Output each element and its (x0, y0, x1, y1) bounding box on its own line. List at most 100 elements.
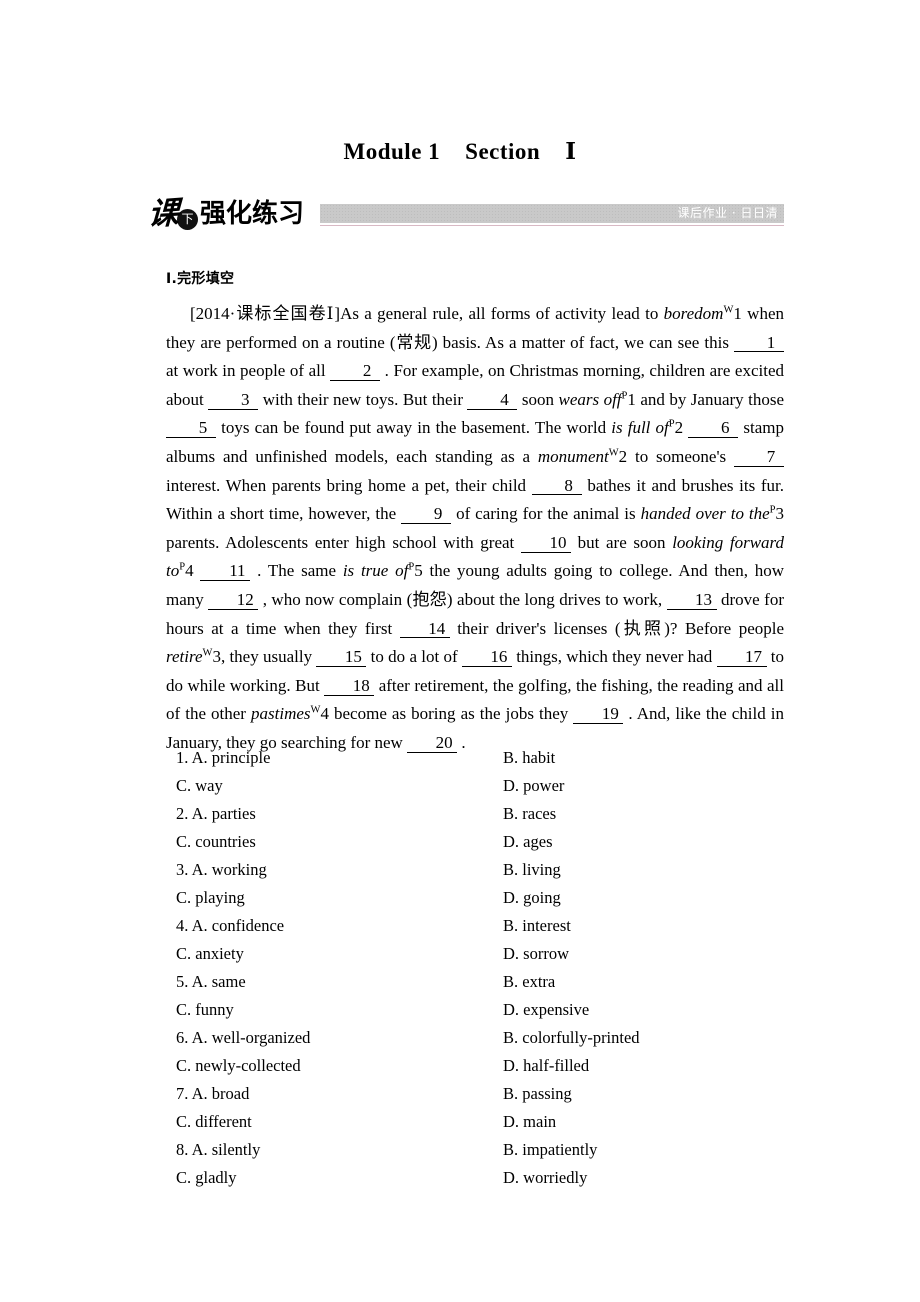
question-4: 4. A. confidence B. interest C. anxiety D. … (166, 916, 784, 972)
blank-19[interactable]: 19 (573, 705, 624, 725)
option-row: C. gladly D. worriedly (166, 1168, 784, 1196)
annotation-marker: W (723, 304, 734, 316)
option-a-8[interactable]: 8. A. silently (166, 1140, 475, 1160)
option-row: 5. A. same B. extra (166, 972, 784, 1000)
option-b-6[interactable]: B. colorfully-printed (475, 1028, 784, 1048)
option-d-2[interactable]: D. ages (475, 832, 784, 852)
passage-text: 2 to someone's (618, 446, 734, 466)
option-row: C. newly-collected D. half-filled (166, 1056, 784, 1084)
blank-9[interactable]: 9 (401, 505, 452, 524)
blank-15[interactable]: 15 (316, 648, 367, 667)
option-c-6[interactable]: C. newly-collected (166, 1056, 475, 1076)
option-row: 8. A. silently B. impatiently (166, 1140, 784, 1168)
blank-3[interactable]: 3 (208, 390, 259, 410)
passage-text: 3, they usually (212, 647, 317, 667)
option-d-3[interactable]: D. going (475, 888, 784, 908)
option-c-7[interactable]: C. different (166, 1112, 475, 1132)
option-b-5[interactable]: B. extra (475, 972, 784, 992)
passage-text: , who now complain (抱怨) about the long d… (262, 589, 667, 609)
option-c-2[interactable]: C. countries (166, 832, 475, 852)
option-d-5[interactable]: D. expensive (475, 1000, 784, 1020)
page-title-text: Module 1 Section Ⅰ (343, 139, 577, 164)
passage-text: As a general rule, all forms of activity… (340, 304, 664, 323)
blank-13[interactable]: 13 (666, 591, 717, 610)
option-row: C. countries D. ages (166, 832, 784, 860)
option-d-6[interactable]: D. half-filled (475, 1056, 784, 1076)
passage-keyword: handed over to the (640, 504, 770, 524)
option-d-4[interactable]: D. sorrow (475, 944, 784, 964)
blank-7[interactable]: 7 (734, 448, 784, 467)
option-d-7[interactable]: D. main (475, 1112, 784, 1132)
option-b-8[interactable]: B. impatiently (475, 1140, 784, 1160)
passage-text: . The same (257, 561, 343, 581)
option-b-3[interactable]: B. living (475, 860, 784, 880)
blank-6[interactable]: 6 (688, 419, 739, 439)
passage-keyword: retire (166, 647, 203, 667)
exercise-header-band: 课 下 强化练习 课后作业 · 日日清 (147, 192, 784, 240)
option-row: 4. A. confidence B. interest (166, 916, 784, 944)
annotation-marker: W (202, 647, 213, 659)
passage-text: toys can be found put away in the baseme… (221, 418, 612, 438)
option-d-1[interactable]: D. power (475, 776, 784, 796)
passage-keyword: is true of (342, 561, 409, 581)
option-a-2[interactable]: 2. A. parties (166, 804, 475, 824)
option-row: C. anxiety D. sorrow (166, 944, 784, 972)
question-2: 2. A. parties B. races C. countries D. ages (166, 804, 784, 860)
blank-5[interactable]: 5 (166, 419, 216, 439)
passage-text: 4 (185, 561, 201, 581)
option-a-1[interactable]: 1. A. principle (166, 748, 475, 768)
option-a-5[interactable]: 5. A. same (166, 972, 475, 992)
option-b-2[interactable]: B. races (475, 804, 784, 824)
passage-text: 1 and by January those (627, 389, 785, 409)
option-row: 6. A. well-organized B. colorfully-printe… (166, 1028, 784, 1056)
blank-10[interactable]: 10 (520, 533, 571, 553)
question-7: 7. A. broad B. passing C. different D. main (166, 1084, 784, 1140)
blank-11[interactable]: 11 (200, 562, 251, 582)
option-d-8[interactable]: D. worriedly (475, 1168, 784, 1188)
worksheet-page: Module 1 Section Ⅰ 课 下 强化练习 课后作业 · 日日清 Ⅰ… (0, 0, 920, 1302)
option-c-4[interactable]: C. anxiety (166, 944, 475, 964)
blank-16[interactable]: 16 (461, 648, 512, 667)
option-a-6[interactable]: 6. A. well-organized (166, 1028, 475, 1048)
option-row: C. playing D. going (166, 888, 784, 916)
header-banner-label: 课后作业 · 日日清 (677, 206, 778, 220)
blank-14[interactable]: 14 (399, 619, 450, 639)
passage-text: their driver's licenses (执照)? Before peo… (457, 618, 785, 638)
header-banner: 课后作业 · 日日清 (320, 204, 784, 223)
option-row: 3. A. working B. living (166, 860, 784, 888)
blank-12[interactable]: 12 (208, 591, 259, 610)
option-c-3[interactable]: C. playing (166, 888, 475, 908)
blank-8[interactable]: 8 (531, 476, 582, 496)
passage-keyword: is full of (611, 418, 669, 438)
blank-17[interactable]: 17 (716, 648, 767, 667)
annotation-marker: W (310, 704, 321, 716)
blank-18[interactable]: 18 (324, 676, 375, 696)
passage-keyword: pastimes (251, 704, 311, 724)
passage-text: things, which they never had (516, 647, 717, 667)
cloze-passage: [2014·课标全国卷Ⅰ]As a general rule, all form… (166, 300, 784, 758)
question-8: 8. A. silently B. impatiently C. gladly D. … (166, 1140, 784, 1196)
option-a-7[interactable]: 7. A. broad (166, 1084, 475, 1104)
option-b-7[interactable]: B. passing (475, 1084, 784, 1104)
exercise-logo-label: 强化练习 (200, 199, 305, 229)
blank-2[interactable]: 2 (330, 362, 381, 382)
passage-text: at work in people of all (166, 361, 331, 381)
option-c-8[interactable]: C. gladly (166, 1168, 475, 1188)
blank-4[interactable]: 4 (467, 390, 518, 410)
option-c-5[interactable]: C. funny (166, 1000, 475, 1020)
option-c-1[interactable]: C. way (166, 776, 475, 796)
passage-text: 2 (674, 418, 689, 438)
question-6: 6. A. well-organized B. colorfully-printe… (166, 1028, 784, 1084)
passage-keyword: monument (537, 446, 609, 466)
option-row: C. way D. power (166, 776, 784, 804)
option-row: 7. A. broad B. passing (166, 1084, 784, 1112)
passage-text: but are soon (577, 532, 673, 552)
page-title: Module 1 Section Ⅰ (0, 138, 920, 165)
option-a-4[interactable]: 4. A. confidence (166, 916, 475, 936)
question-1: 1. A. principle B. habit C. way D. power (166, 748, 784, 804)
option-b-4[interactable]: B. interest (475, 916, 784, 936)
option-a-3[interactable]: 3. A. working (166, 860, 475, 880)
header-banner-underline (320, 225, 784, 226)
blank-1[interactable]: 1 (734, 333, 784, 353)
option-b-1[interactable]: B. habit (475, 748, 784, 768)
